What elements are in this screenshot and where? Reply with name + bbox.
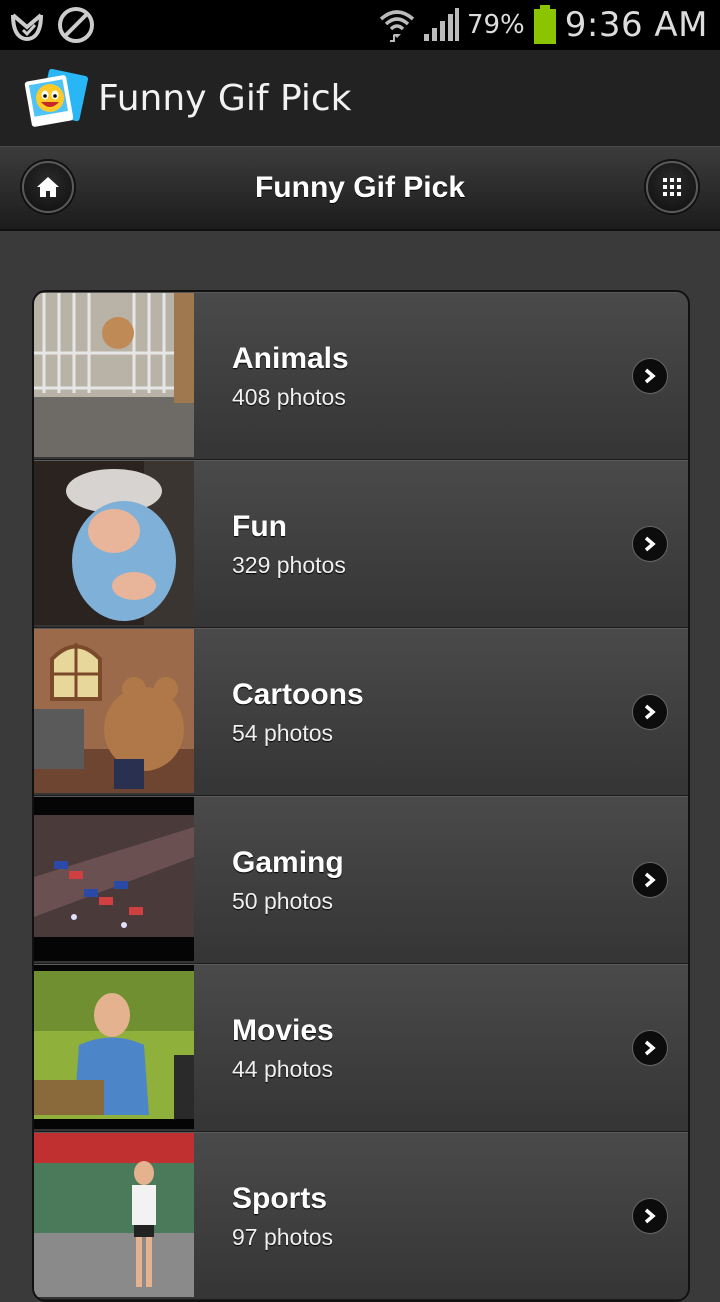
action-bar: Funny Gif Pick <box>0 50 720 146</box>
voicemail-icon <box>8 6 46 44</box>
cartoons-thumbnail <box>34 629 194 793</box>
grid-menu-button[interactable] <box>646 161 698 213</box>
home-button[interactable] <box>22 161 74 213</box>
app-title: Funny Gif Pick <box>98 77 352 119</box>
animals-thumbnail <box>34 293 194 457</box>
chevron-right-icon[interactable] <box>632 358 668 394</box>
chevron-right-icon[interactable] <box>632 862 668 898</box>
chevron-right-icon[interactable] <box>632 694 668 730</box>
category-count: 44 photos <box>232 1055 334 1082</box>
category-title: Sports <box>232 1181 328 1215</box>
category-count: 50 photos <box>232 887 334 914</box>
blocked-icon <box>56 5 96 45</box>
app-logo-icon[interactable] <box>24 66 88 130</box>
page-title: Funny Gif Pick <box>254 171 466 204</box>
home-icon <box>37 177 59 197</box>
list-item-cartoons[interactable]: Cartoons 54 photos <box>34 628 688 796</box>
chevron-right-icon[interactable] <box>632 1198 668 1234</box>
grid-icon <box>663 178 681 196</box>
signal-icon <box>423 8 459 42</box>
list-item-animals[interactable]: Animals 408 photos <box>34 292 688 460</box>
category-count: 54 photos <box>232 719 334 746</box>
clock: 9:36 AM <box>564 5 708 45</box>
category-count: 408 photos <box>232 383 346 410</box>
list-item-movies[interactable]: Movies 44 photos <box>34 964 688 1132</box>
sports-thumbnail <box>34 1133 194 1297</box>
category-list: Animals 408 photos Fun 329 photos Cartoo… <box>32 290 690 1302</box>
movies-thumbnail <box>34 965 194 1129</box>
category-count: 329 photos <box>232 551 346 578</box>
category-title: Gaming <box>232 845 344 879</box>
gaming-thumbnail <box>34 797 194 961</box>
chevron-right-icon[interactable] <box>632 526 668 562</box>
fun-thumbnail <box>34 461 194 625</box>
category-title: Cartoons <box>232 677 364 711</box>
category-title: Animals <box>232 341 349 375</box>
category-title: Movies <box>232 1013 334 1047</box>
category-count: 97 photos <box>232 1223 334 1250</box>
header-toolbar: Funny Gif Pick <box>0 146 720 231</box>
wifi-icon <box>379 7 415 43</box>
battery-icon <box>533 5 557 45</box>
chevron-right-icon[interactable] <box>632 1030 668 1066</box>
category-title: Fun <box>232 509 287 543</box>
status-bar: 79% 9:36 AM <box>0 0 720 50</box>
list-item-fun[interactable]: Fun 329 photos <box>34 460 688 628</box>
list-item-sports[interactable]: Sports 97 photos <box>34 1132 688 1300</box>
list-item-gaming[interactable]: Gaming 50 photos <box>34 796 688 964</box>
battery-percent: 79% <box>466 10 525 40</box>
